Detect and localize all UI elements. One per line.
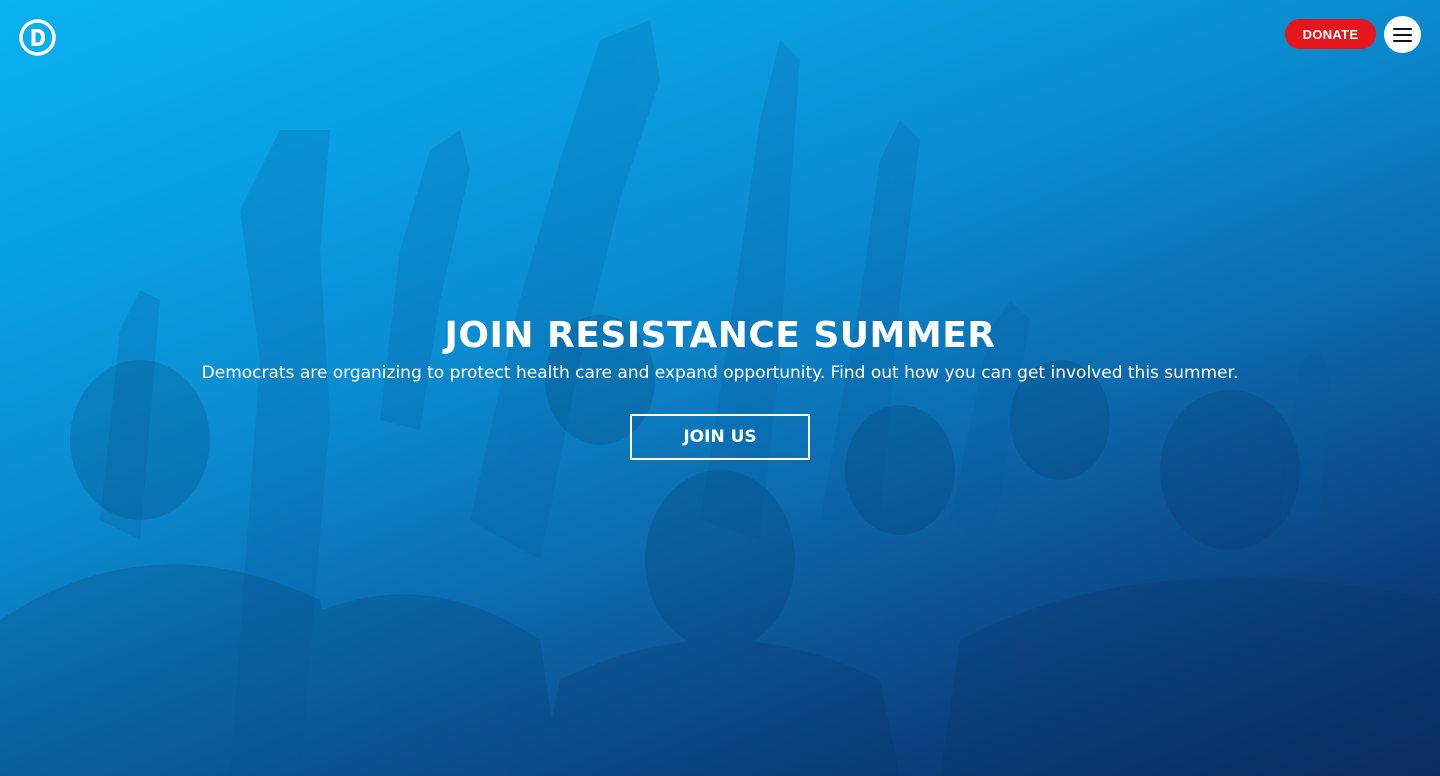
join-us-button[interactable]: JOIN US [630, 414, 810, 460]
hero-headline: JOIN RESISTANCE SUMMER [444, 315, 996, 356]
hero-subhead: Democrats are organizing to protect heal… [201, 363, 1239, 383]
donate-button[interactable]: DONATE [1285, 19, 1376, 49]
hero-content: JOIN RESISTANCE SUMMER Democrats are org… [0, 312, 1440, 460]
party-logo-icon[interactable] [19, 19, 56, 56]
hero-section: DONATE JOIN RESISTANCE SUMMER Democrats … [0, 0, 1440, 776]
menu-button[interactable] [1384, 16, 1421, 53]
hamburger-menu-icon [1393, 27, 1412, 42]
